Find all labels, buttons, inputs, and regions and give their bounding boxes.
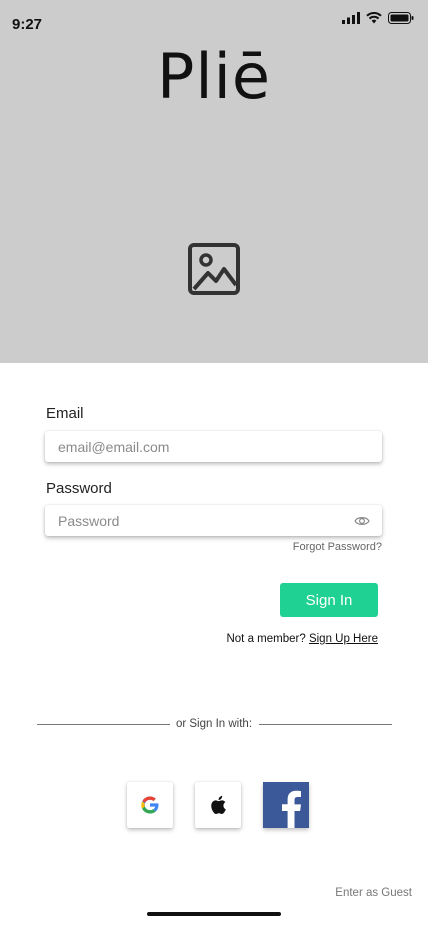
app-logo: Pliē — [157, 40, 271, 113]
password-field[interactable] — [58, 505, 338, 536]
hero-banner: 9:27 Pliē — [0, 0, 428, 363]
forgot-password-link[interactable]: Forgot Password? — [293, 541, 382, 553]
email-field-container — [45, 431, 382, 462]
apple-icon — [211, 795, 226, 814]
status-time: 9:27 — [12, 16, 43, 33]
eye-icon[interactable] — [354, 514, 370, 528]
divider-right — [259, 724, 392, 725]
password-field-container — [45, 505, 382, 536]
battery-icon — [388, 12, 414, 24]
login-screen: 9:27 Pliē Email email@email.com Password… — [0, 0, 428, 926]
google-icon — [141, 796, 159, 814]
google-sign-in-button[interactable] — [127, 782, 173, 828]
password-label: Password — [46, 480, 112, 497]
apple-sign-in-button[interactable] — [195, 782, 241, 828]
facebook-sign-in-button[interactable] — [263, 782, 309, 828]
enter-as-guest-link[interactable]: Enter as Guest — [335, 887, 412, 899]
not-member-text: Not a member? — [226, 633, 306, 645]
sign-up-prompt: Not a member? Sign Up Here — [226, 633, 378, 645]
sign-up-link[interactable]: Sign Up Here — [309, 633, 378, 645]
sign-in-button[interactable]: Sign In — [280, 583, 378, 617]
facebook-icon — [263, 782, 309, 828]
status-icons — [342, 12, 414, 24]
image-icon — [188, 243, 240, 295]
email-label: Email — [46, 405, 84, 422]
wifi-icon — [366, 12, 382, 24]
email-field[interactable] — [58, 431, 338, 462]
home-indicator — [147, 912, 281, 916]
signal-icon — [342, 12, 360, 24]
